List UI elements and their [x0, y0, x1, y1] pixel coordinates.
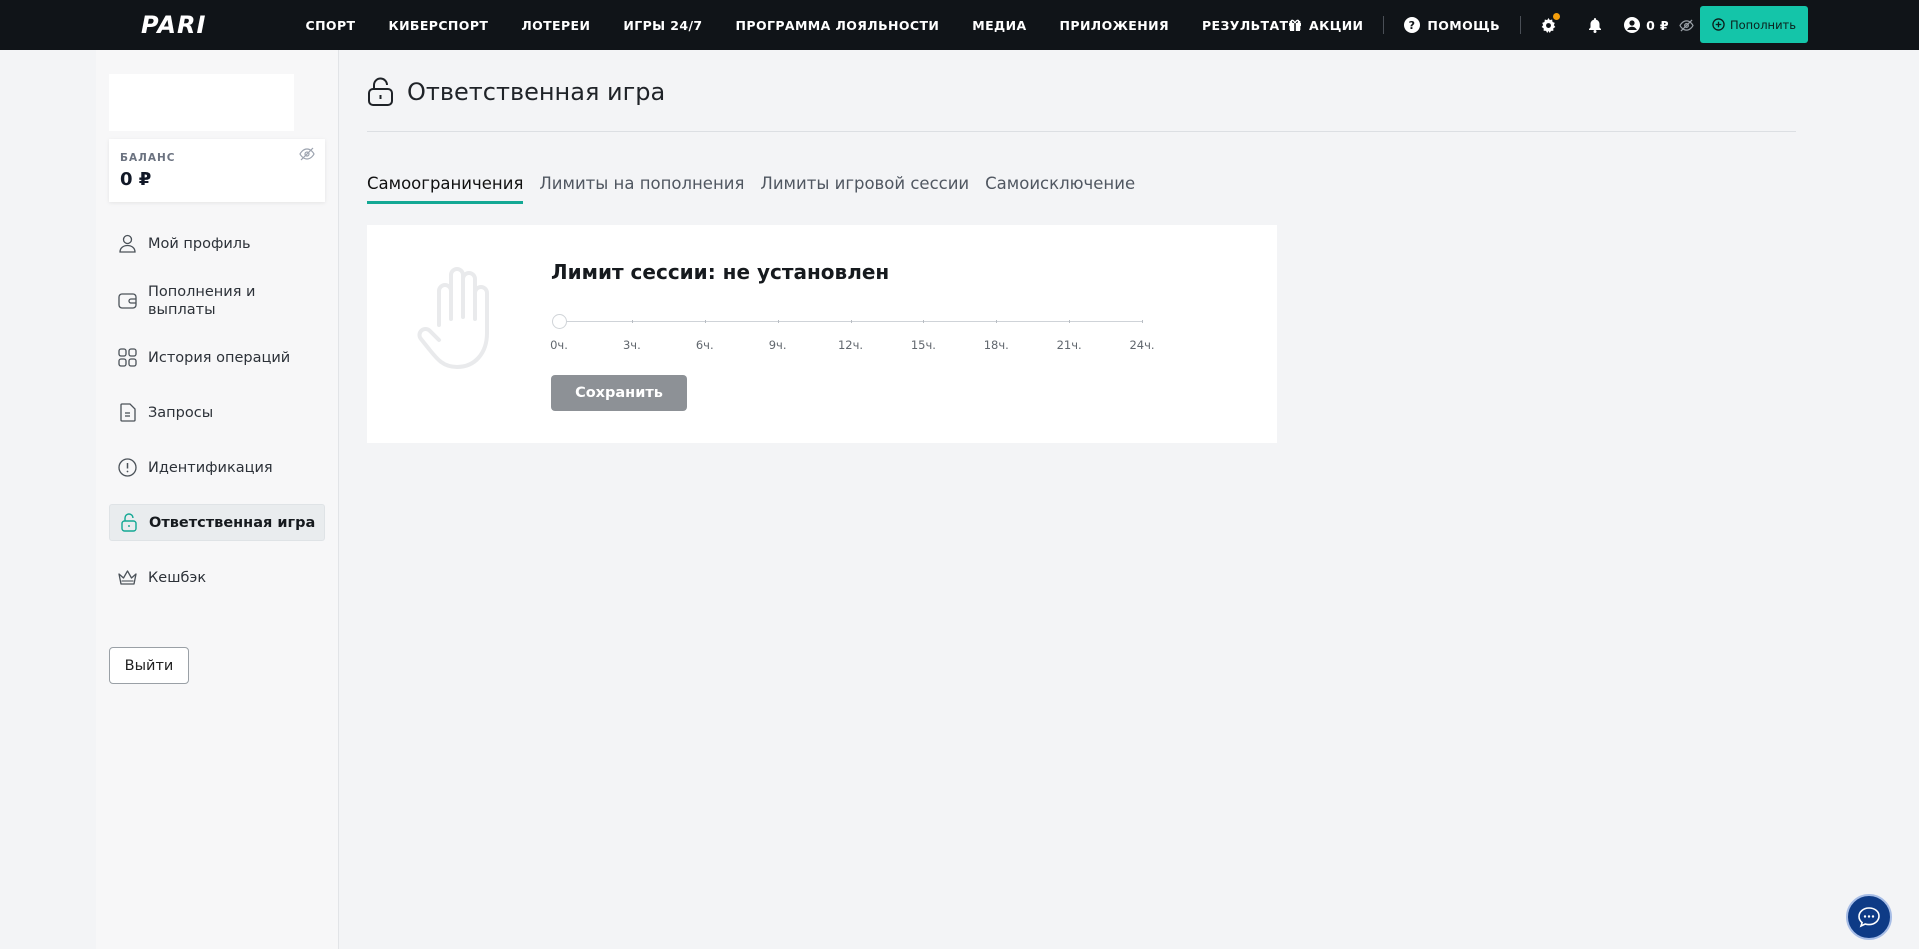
promos-link[interactable]: АКЦИИ	[1288, 18, 1363, 33]
slider-tick-label: 3ч.	[622, 338, 641, 352]
slider-tick-label: 0ч.	[550, 338, 568, 352]
slider-tick-label: 12ч.	[837, 338, 864, 352]
gift-icon	[1289, 19, 1301, 31]
nav-sport[interactable]: СПОРТ	[306, 18, 356, 33]
user-icon	[118, 234, 137, 253]
deposit-label: Пополнить	[1729, 17, 1797, 32]
settings-button[interactable]	[1541, 12, 1561, 33]
profile-banner	[109, 74, 294, 131]
page-title: Ответственная игра	[407, 78, 666, 106]
page-header: Ответственная игра	[367, 77, 665, 107]
slider-tick-label: 15ч.	[910, 338, 936, 352]
divider	[1520, 16, 1522, 34]
slider-tick-label: 6ч.	[695, 338, 714, 352]
pari-logo[interactable]: PARI	[140, 11, 236, 38]
responsible-gaming-tabs: Самоограничения Лимиты на пополнения Лим…	[367, 174, 1151, 204]
account-sidebar: БАЛАНС 0 ₽ Мой профиль Пополнения и выпл…	[96, 50, 339, 949]
sidebar-item-label: Запросы	[148, 404, 214, 421]
account-balance[interactable]: 0 ₽	[1624, 17, 1669, 33]
session-limit-card: Лимит сессии: не установлен 0ч. 3ч. 6ч. 9ч.…	[367, 225, 1277, 443]
sidebar-item-payments[interactable]: Пополнения и выплаты	[109, 280, 325, 321]
tab-session-limits[interactable]: Лимиты игровой сессии	[760, 174, 969, 204]
nav-loyalty[interactable]: ПРОГРАММА ЛОЯЛЬНОСТИ	[736, 18, 940, 33]
slider-tick	[1142, 320, 1143, 323]
wallet-icon	[118, 291, 137, 310]
slider-tick-label: 18ч.	[983, 338, 1009, 352]
hand-stop-icon	[417, 267, 489, 369]
deposit-button[interactable]: Пополнить	[1700, 6, 1808, 43]
gear-icon	[1541, 17, 1556, 33]
session-limit-slider[interactable]: 0ч. 3ч. 6ч. 9ч. 12ч. 15ч. 18ч. 21ч. 24ч.	[550, 311, 1155, 352]
chat-icon	[1858, 907, 1880, 928]
promos-label: АКЦИИ	[1309, 17, 1364, 33]
chat-button[interactable]	[1846, 894, 1892, 940]
help-label: ПОМОЩЬ	[1427, 17, 1501, 33]
slider-tick	[631, 320, 633, 323]
nav-esport[interactable]: КИБЕРСПОРТ	[388, 18, 488, 33]
slider-tick	[704, 320, 706, 323]
tab-self-restrictions[interactable]: Самоограничения	[367, 174, 524, 204]
balance-label: БАЛАНС	[120, 152, 176, 164]
slider-tick	[850, 320, 852, 323]
nav-results[interactable]: РЕЗУЛЬТАТЫ	[1202, 18, 1302, 33]
slider-tick	[1069, 320, 1071, 323]
divider	[1383, 16, 1385, 34]
sidebar-item-label: Мой профиль	[148, 235, 251, 252]
lock-icon	[368, 77, 393, 106]
sidebar-item-profile[interactable]: Мой профиль	[109, 225, 325, 262]
sidebar-item-cashback[interactable]: Кешбэк	[109, 559, 325, 596]
tab-self-exclusion[interactable]: Самоисключение	[985, 174, 1135, 204]
tab-deposit-limits[interactable]: Лимиты на пополнения	[539, 174, 744, 204]
help-link[interactable]: ? ПОМОЩЬ	[1404, 17, 1500, 33]
top-balance-value: 0 ₽	[1646, 17, 1670, 33]
slider-tick-label: 21ч.	[1056, 338, 1082, 352]
nav-media[interactable]: МЕДИА	[972, 18, 1026, 33]
sidebar-item-label: Пополнения и выплаты	[148, 283, 256, 318]
slider-handle[interactable]	[551, 314, 567, 329]
divider	[367, 131, 1796, 132]
slider-tick	[777, 320, 779, 323]
balance-card: БАЛАНС 0 ₽	[109, 139, 325, 202]
top-bar: PARI СПОРТ КИБЕРСПОРТ ЛОТЕРЕИ ИГРЫ 24/7 …	[0, 0, 1919, 50]
save-button[interactable]: Сохранить	[551, 375, 687, 411]
user-circle-icon	[1624, 17, 1641, 33]
sidebar-item-responsible-gaming[interactable]: Ответственная игра	[109, 504, 325, 541]
bell-icon	[1589, 17, 1602, 33]
notifications-button[interactable]	[1588, 17, 1602, 33]
sidebar-item-label: История операций	[148, 349, 291, 366]
slider-tick	[923, 320, 925, 323]
grid-icon	[118, 348, 137, 367]
lock-icon	[119, 513, 138, 532]
sidebar-item-requests[interactable]: Запросы	[109, 394, 325, 431]
nav-apps[interactable]: ПРИЛОЖЕНИЯ	[1060, 18, 1169, 33]
document-icon	[118, 403, 137, 422]
nav-games[interactable]: ИГРЫ 24/7	[623, 18, 702, 33]
sidebar-item-identification[interactable]: Идентификация	[109, 449, 325, 486]
slider-tick-label: 9ч.	[768, 338, 787, 352]
eye-off-icon[interactable]	[1679, 19, 1694, 32]
session-limit-title: Лимит сессии: не установлен	[551, 260, 890, 284]
top-right-nav: АКЦИИ ? ПОМОЩЬ 0 ₽	[1288, 0, 1694, 50]
nav-lotteries[interactable]: ЛОТЕРЕИ	[521, 18, 590, 33]
slider-tick	[996, 320, 998, 323]
main-nav: СПОРТ КИБЕРСПОРТ ЛОТЕРЕИ ИГРЫ 24/7 ПРОГР…	[289, 0, 1318, 50]
sidebar-item-label: Идентификация	[148, 459, 273, 476]
balance-value: 0 ₽	[120, 169, 152, 190]
sidebar-item-history[interactable]: История операций	[109, 339, 325, 376]
eye-off-icon[interactable]	[299, 147, 315, 161]
plus-circle-icon	[1712, 18, 1725, 31]
sidebar-item-label: Ответственная игра	[149, 514, 316, 531]
alert-circle-icon	[118, 458, 137, 477]
crown-icon	[118, 568, 137, 587]
logout-button[interactable]: Выйти	[109, 647, 189, 684]
account-menu: Мой профиль Пополнения и выплаты История…	[109, 225, 325, 614]
sidebar-item-label: Кешбэк	[148, 569, 207, 586]
help-icon: ?	[1404, 17, 1421, 33]
slider-tick-label: 24ч.	[1129, 338, 1155, 352]
svg-text:?: ?	[1409, 19, 1416, 32]
notification-dot	[1553, 12, 1561, 20]
svg-text:PARI: PARI	[141, 11, 206, 38]
